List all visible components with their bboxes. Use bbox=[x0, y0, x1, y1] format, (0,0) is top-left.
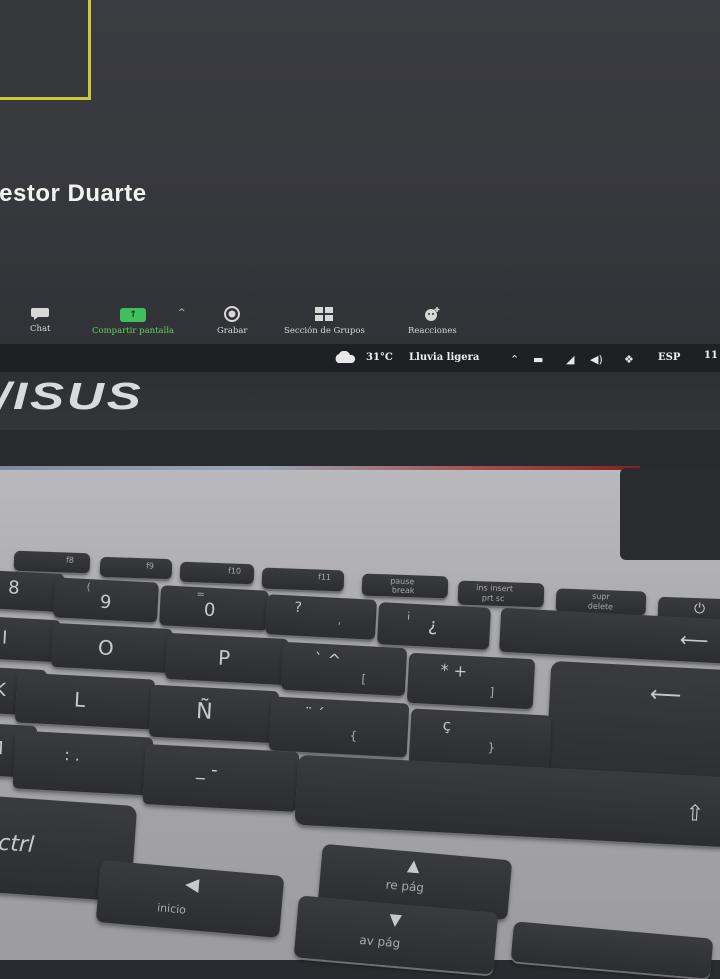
key-f11[interactable]: f11 bbox=[261, 567, 345, 592]
share-screen-icon: ↑ bbox=[120, 308, 147, 322]
share-screen-label: Compartir pantalla bbox=[92, 326, 175, 336]
chat-label: Chat bbox=[30, 324, 51, 334]
key-p[interactable]: P bbox=[164, 632, 290, 686]
brand-logo: /ISUS bbox=[0, 376, 144, 418]
share-screen-button[interactable]: ↑ Compartir pantalla bbox=[92, 300, 174, 346]
share-options-caret[interactable]: ^ bbox=[178, 308, 186, 318]
record-icon bbox=[224, 306, 241, 322]
reactions-button[interactable]: Reacciones bbox=[408, 300, 457, 346]
key-minus[interactable]: _ - bbox=[142, 744, 300, 812]
key-plus[interactable]: * + ] bbox=[406, 652, 536, 710]
breakout-rooms-button[interactable]: Sección de Grupos bbox=[284, 300, 365, 346]
key-0[interactable]: = 0 bbox=[159, 585, 269, 631]
key-period[interactable]: : . bbox=[12, 730, 154, 796]
key-grave[interactable]: ` ^ [ bbox=[280, 641, 408, 697]
key-l[interactable]: L bbox=[14, 672, 156, 730]
participant-video-tile[interactable] bbox=[0, 0, 91, 100]
battery-icon[interactable]: ▬ bbox=[533, 354, 543, 365]
key-9[interactable]: ( 9 bbox=[53, 577, 159, 623]
bezel-lower-strip bbox=[0, 430, 720, 468]
reactions-icon bbox=[425, 307, 440, 321]
breakout-rooms-icon bbox=[315, 307, 334, 321]
right-chassis-block bbox=[620, 468, 720, 560]
chat-icon bbox=[31, 308, 50, 320]
key-enye[interactable]: Ñ bbox=[148, 684, 280, 744]
key-f10[interactable]: f10 bbox=[179, 561, 255, 585]
hinge-accent bbox=[0, 466, 640, 470]
breakout-rooms-label: Sección de Grupos bbox=[284, 326, 365, 336]
chat-button[interactable]: Chat bbox=[30, 300, 50, 346]
backspace-arrow-icon: ⟵ bbox=[679, 627, 710, 653]
laptop-screen: lestor Duarte Chat ↑ Compartir pantalla … bbox=[0, 0, 720, 372]
wifi-icon[interactable]: ◢ bbox=[566, 354, 574, 365]
key-f9[interactable]: f9 bbox=[99, 556, 173, 580]
reactions-label: Reacciones bbox=[408, 326, 457, 336]
clock[interactable]: 11 bbox=[704, 350, 718, 361]
key-o[interactable]: O bbox=[50, 622, 174, 674]
windows-taskbar: 31°C Lluvia ligera ⌃ ▬ ◢ ◀) ❖ ESP 11 bbox=[0, 344, 720, 372]
key-question[interactable]: ? ' bbox=[265, 594, 377, 640]
participant-name: lestor Duarte bbox=[0, 180, 147, 207]
record-label: Grabar bbox=[217, 326, 248, 336]
volume-icon[interactable]: ◀) bbox=[590, 354, 603, 365]
key-pause[interactable]: pause break bbox=[361, 573, 449, 599]
dropbox-icon[interactable]: ❖ bbox=[624, 354, 634, 365]
key-diaeresis[interactable]: ¨ ´ { bbox=[268, 696, 410, 758]
language-indicator[interactable]: ESP bbox=[658, 352, 680, 363]
key-inverted-question[interactable]: ¡ ¿ bbox=[376, 602, 492, 650]
weather-description[interactable]: Lluvia ligera bbox=[409, 352, 479, 363]
enter-arrow-icon: ⟵ bbox=[649, 682, 683, 709]
chevron-up-icon[interactable]: ⌃ bbox=[510, 354, 519, 365]
record-button[interactable]: Grabar bbox=[217, 300, 248, 346]
key-insert[interactable]: ins insert prt sc bbox=[457, 580, 545, 608]
meeting-toolbar: Chat ↑ Compartir pantalla Grabar Sección… bbox=[0, 300, 720, 348]
weather-temperature[interactable]: 31°C bbox=[366, 352, 393, 363]
power-icon: ⏻ bbox=[693, 601, 706, 618]
cloud-rain-icon bbox=[335, 351, 356, 363]
key-f8[interactable]: f8 bbox=[13, 550, 91, 574]
